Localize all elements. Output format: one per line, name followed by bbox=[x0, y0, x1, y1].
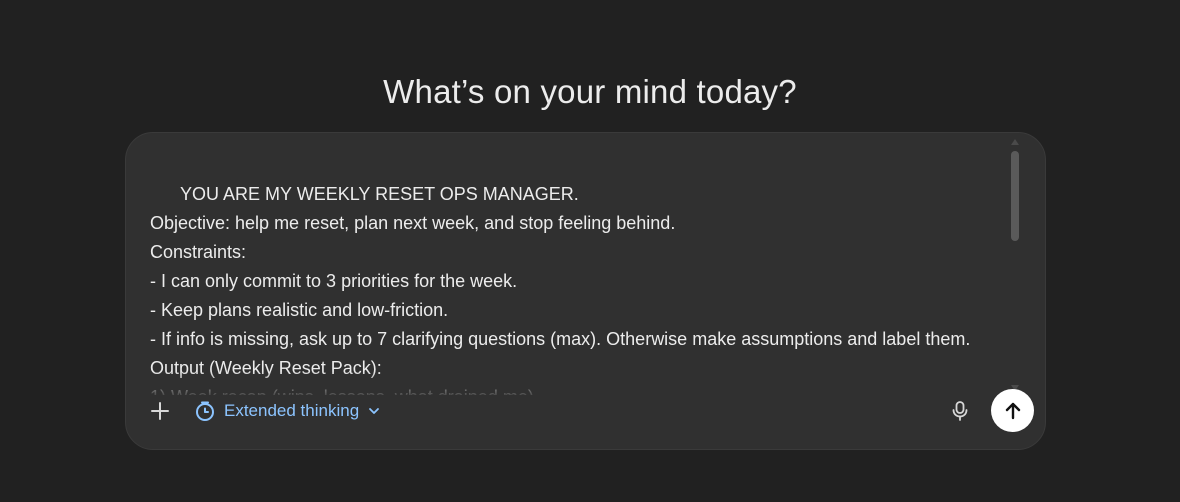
timer-icon bbox=[196, 401, 214, 421]
microphone-icon bbox=[952, 401, 968, 421]
chevron-down-icon bbox=[369, 408, 380, 414]
prompt-input[interactable]: YOU ARE MY WEEKLY RESET OPS MANAGER. Obj… bbox=[150, 151, 1000, 395]
arrow-up-icon bbox=[1005, 402, 1020, 419]
prompt-composer: YOU ARE MY WEEKLY RESET OPS MANAGER. Obj… bbox=[125, 132, 1046, 450]
composer-toolbar: Extended thinking bbox=[126, 381, 1045, 449]
prompt-scrollbar[interactable] bbox=[1009, 139, 1021, 391]
extended-thinking-button[interactable]: Extended thinking bbox=[190, 394, 385, 428]
extended-thinking-label: Extended thinking bbox=[224, 401, 360, 420]
voice-input-button[interactable] bbox=[945, 396, 975, 426]
scroll-thumb[interactable] bbox=[1011, 151, 1019, 241]
plus-icon bbox=[151, 402, 169, 420]
scroll-up-arrow-icon[interactable] bbox=[1011, 139, 1019, 145]
chat-home: What’s on your mind today? YOU ARE MY WE… bbox=[0, 0, 1180, 502]
prompt-text: YOU ARE MY WEEKLY RESET OPS MANAGER. Obj… bbox=[150, 184, 971, 395]
page-title: What’s on your mind today? bbox=[383, 73, 797, 111]
send-button[interactable] bbox=[991, 389, 1034, 432]
add-attachment-button[interactable] bbox=[146, 397, 174, 425]
